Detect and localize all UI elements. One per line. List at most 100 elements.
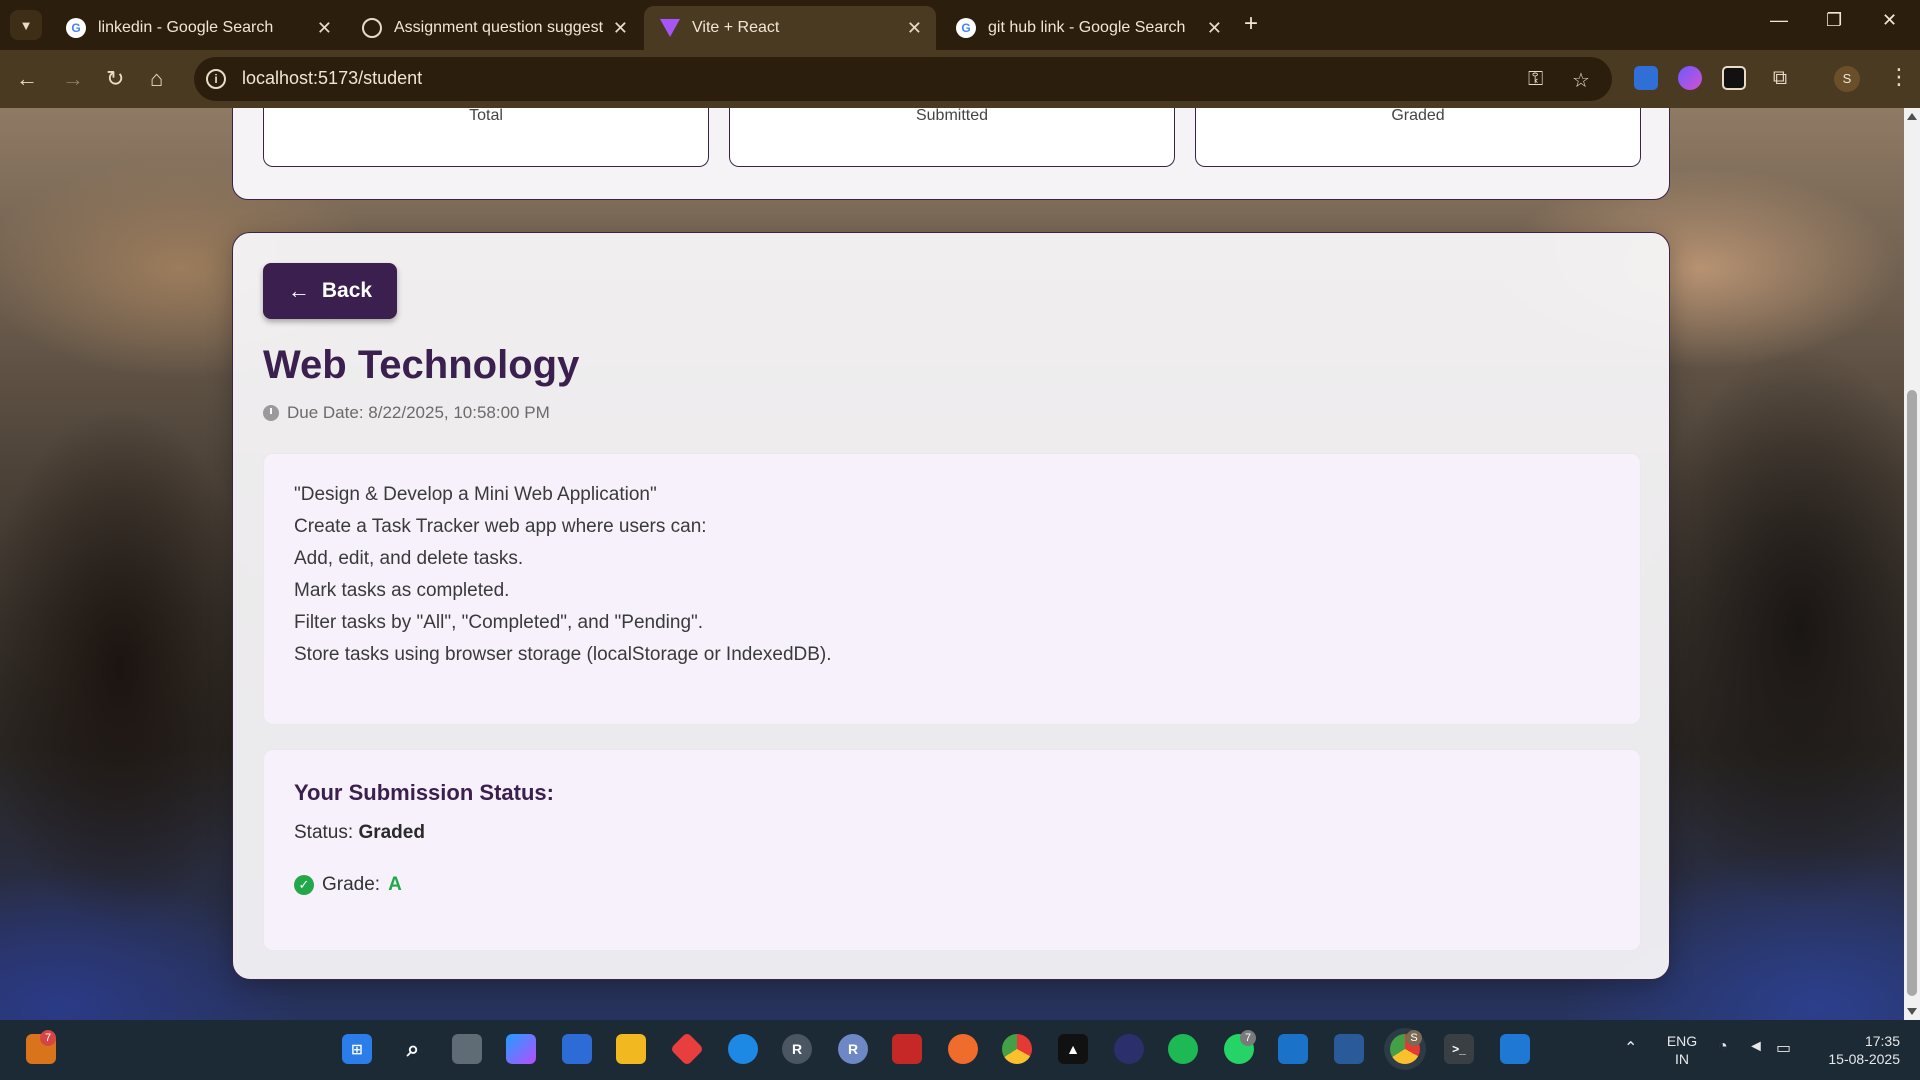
tab-linkedin-search[interactable]: G linkedin - Google Search ✕: [50, 6, 346, 50]
back-arrow-icon[interactable]: ←: [16, 66, 38, 92]
wifi-icon[interactable]: ◔: [1718, 1038, 1728, 1056]
status-line: Status: Graded: [294, 822, 425, 844]
password-key-icon[interactable]: ⚿: [1528, 68, 1543, 91]
copilot-icon[interactable]: [506, 1034, 536, 1064]
description-line: Add, edit, and delete tasks.: [294, 548, 524, 569]
stats-panel: Total Submitted Graded: [232, 108, 1670, 200]
stat-label: Total: [469, 108, 503, 124]
back-button[interactable]: ← Back: [263, 263, 397, 319]
windows-taskbar: 7 ⊞ ⌕ R R ▲ 7 S >_ ⌃ ENG IN ◔ ◄ ▭ 17:35 …: [0, 1020, 1920, 1080]
language-indicator[interactable]: ENG IN: [1666, 1032, 1698, 1068]
battery-icon[interactable]: ▭: [1776, 1038, 1791, 1058]
assignment-description: "Design & Develop a Mini Web Application…: [263, 453, 1641, 725]
submission-status-heading: Your Submission Status:: [294, 780, 554, 805]
arc-app-icon[interactable]: ▲: [1058, 1034, 1088, 1064]
vscode-icon[interactable]: [1500, 1034, 1530, 1064]
close-tab-icon[interactable]: ✕: [1207, 18, 1222, 39]
browser-menu-icon[interactable]: ⋮: [1888, 64, 1910, 90]
mcafee-icon[interactable]: [892, 1034, 922, 1064]
scroll-down-icon[interactable]: [1907, 1008, 1917, 1015]
clock-icon: [263, 405, 279, 421]
eclipse-icon[interactable]: [1114, 1034, 1144, 1064]
due-date-text: Due Date: 8/22/2025, 10:58:00 PM: [287, 403, 550, 422]
tab-assignment-suggestion[interactable]: Assignment question suggestio ✕: [346, 6, 642, 50]
assignment-detail-card: ← Back Web Technology Due Date: 8/22/202…: [232, 232, 1670, 980]
chrome-profile-badge: S: [1406, 1030, 1422, 1046]
chrome-icon[interactable]: [1002, 1034, 1032, 1064]
bookmark-star-icon[interactable]: ☆: [1572, 68, 1590, 93]
browser-toolbar: ← → ↻ ⌂ i localhost:5173/student ⚿ ☆: [0, 50, 1920, 108]
status-label: Status:: [294, 822, 354, 843]
tab-title: linkedin - Google Search: [98, 19, 274, 36]
spotify-icon[interactable]: [1168, 1034, 1198, 1064]
description-line: Store tasks using browser storage (local…: [294, 644, 832, 665]
terminal-icon[interactable]: >_: [1444, 1034, 1474, 1064]
extension-screen-icon[interactable]: [1634, 66, 1658, 90]
r-icon[interactable]: R: [838, 1034, 868, 1064]
diamond-app-icon[interactable]: [670, 1032, 704, 1066]
whatsapp-badge: 7: [1240, 1030, 1256, 1046]
status-value: Graded: [358, 822, 425, 843]
address-bar[interactable]: i localhost:5173/student ⚿ ☆: [194, 57, 1612, 101]
close-tab-icon[interactable]: ✕: [317, 18, 332, 39]
submission-status-box: Your Submission Status: Status: Graded ✓…: [263, 749, 1641, 951]
description-line: Mark tasks as completed.: [294, 580, 510, 601]
forward-arrow-icon[interactable]: →: [62, 66, 84, 92]
page-scrollbar[interactable]: [1904, 108, 1920, 1020]
tab-github-search[interactable]: G git hub link - Google Search ✕: [940, 6, 1236, 50]
search-icon[interactable]: ⌕: [398, 1034, 428, 1064]
page-viewport: Total Submitted Graded ← Back Web Techno…: [0, 108, 1920, 1020]
volume-icon[interactable]: ◄: [1748, 1038, 1764, 1056]
site-info-icon[interactable]: i: [206, 69, 226, 89]
google-icon: G: [66, 18, 86, 38]
rstudio-icon[interactable]: R: [782, 1034, 812, 1064]
windows-start-icon[interactable]: ⊞: [342, 1034, 372, 1064]
clock[interactable]: 17:35 15-08-2025: [1810, 1032, 1900, 1068]
minimize-icon[interactable]: —: [1770, 10, 1788, 31]
tab-title: git hub link - Google Search: [988, 19, 1186, 36]
description-line: Create a Task Tracker web app where user…: [294, 516, 707, 537]
vite-icon: [660, 19, 680, 37]
language-code: ENG: [1666, 1033, 1698, 1049]
due-date: Due Date: 8/22/2025, 10:58:00 PM: [263, 403, 550, 423]
show-hidden-icons-chevron[interactable]: ⌃: [1624, 1038, 1637, 1058]
scrollbar-thumb[interactable]: [1907, 390, 1917, 996]
grade-label: Grade:: [322, 874, 381, 895]
task-view-icon[interactable]: [452, 1034, 482, 1064]
region-code: IN: [1675, 1051, 1689, 1067]
url-text[interactable]: localhost:5173/student: [242, 68, 422, 89]
edge-icon[interactable]: [728, 1034, 758, 1064]
profile-avatar[interactable]: S: [1834, 66, 1860, 92]
assignment-title: Web Technology: [263, 343, 580, 387]
google-icon: G: [956, 18, 976, 38]
snipping-tool-icon[interactable]: [1334, 1034, 1364, 1064]
check-circle-icon: ✓: [294, 875, 314, 895]
close-window-icon[interactable]: ✕: [1882, 10, 1897, 31]
new-tab-plus-icon[interactable]: +: [1244, 10, 1258, 38]
extensions-puzzle-icon[interactable]: ⧉: [1768, 66, 1792, 90]
tab-search-chevron-icon[interactable]: ▼: [10, 10, 42, 40]
close-tab-icon[interactable]: ✕: [613, 18, 628, 39]
extension-sidepanel-icon[interactable]: [1722, 66, 1746, 90]
photos-app-icon[interactable]: [1278, 1034, 1308, 1064]
microsoft-store-icon[interactable]: [562, 1034, 592, 1064]
close-tab-icon[interactable]: ✕: [907, 18, 922, 39]
stat-label: Submitted: [915, 108, 989, 124]
reload-icon[interactable]: ↻: [106, 66, 124, 92]
restore-icon[interactable]: ❐: [1826, 10, 1842, 31]
stat-card-total: Total: [263, 108, 709, 167]
scroll-up-icon[interactable]: [1907, 113, 1917, 120]
extension-brain-icon[interactable]: [1678, 66, 1702, 90]
duckduckgo-icon[interactable]: [948, 1034, 978, 1064]
file-explorer-icon[interactable]: [616, 1034, 646, 1064]
stat-card-submitted: Submitted: [729, 108, 1175, 167]
description-line: Filter tasks by "All", "Completed", and …: [294, 612, 704, 633]
openai-icon: [362, 18, 382, 38]
description-line: "Design & Develop a Mini Web Application…: [294, 484, 657, 505]
tab-vite-react[interactable]: Vite + React ✕: [644, 6, 936, 50]
tab-title: Assignment question suggestio: [394, 19, 603, 36]
home-icon[interactable]: ⌂: [150, 66, 163, 92]
clock-time: 17:35: [1864, 1033, 1900, 1049]
arrow-left-icon: ←: [287, 278, 310, 303]
grade-value: A: [388, 874, 402, 895]
